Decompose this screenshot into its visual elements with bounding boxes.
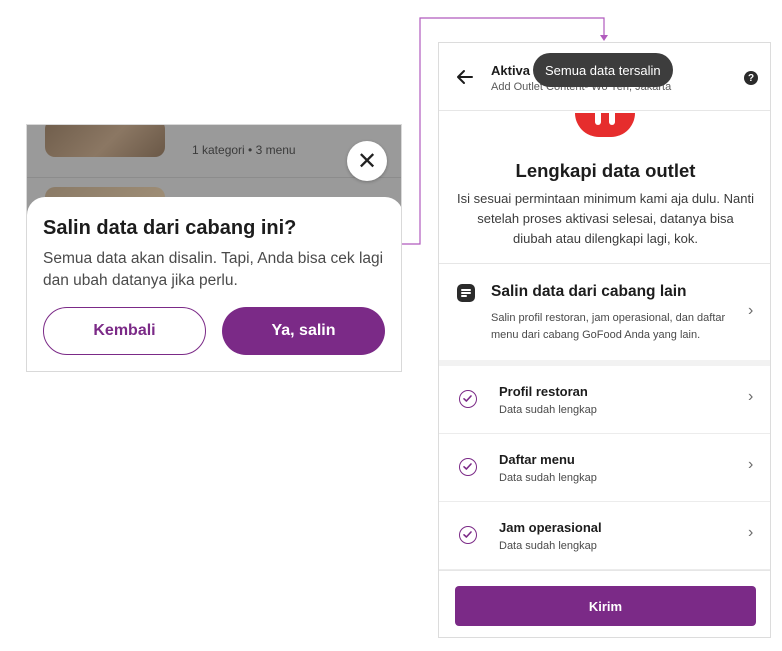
chevron-right-icon: ›: [748, 388, 754, 405]
sheet-actions: Kembali Ya, salin: [43, 307, 385, 355]
app-header: Aktiva Add Outlet Content- Wo Yen, Jakar…: [439, 43, 770, 111]
checklist-item-title: Profil restoran: [499, 384, 588, 399]
page-title: Lengkapi data outlet: [515, 160, 696, 181]
stage: 1 kategori • 3 menu ✕ Salin data dari ca…: [0, 0, 782, 651]
close-button[interactable]: ✕: [347, 141, 387, 181]
copy-option-title: Salin data dari cabang lain: [491, 283, 687, 300]
checklist-item-menu[interactable]: Daftar menu Data sudah lengkap ›: [439, 434, 770, 502]
menu-count-text: 1 kategori • 3 menu: [192, 143, 296, 157]
check-circle-icon: [459, 458, 477, 476]
checklist-item-title: Jam operasional: [499, 520, 602, 535]
divider: [27, 177, 401, 178]
sheet-title: Salin data dari cabang ini?: [43, 217, 297, 239]
copy-confirmation-screen: 1 kategori • 3 menu ✕ Salin data dari ca…: [26, 124, 402, 372]
copy-from-branch-option[interactable]: Salin data dari cabang lain Salin profil…: [439, 264, 770, 360]
page-description: Isi sesuai permintaan minimum kami aja d…: [457, 191, 754, 246]
checklist-item-status: Data sudah lengkap: [499, 472, 597, 484]
bottom-sheet: Salin data dari cabang ini? Semua data a…: [27, 197, 401, 371]
copy-option-description: Salin profil restoran, jam operasional, …: [491, 312, 726, 341]
checklist-item-profile[interactable]: Profil restoran Data sudah lengkap ›: [439, 366, 770, 434]
checklist-item-status: Data sudah lengkap: [499, 540, 597, 552]
checklist-item-hours[interactable]: Jam operasional Data sudah lengkap ›: [439, 502, 770, 570]
close-icon: ✕: [356, 147, 378, 175]
checklist-item-title: Daftar menu: [499, 452, 575, 467]
header-title: Aktiva: [491, 63, 531, 78]
chevron-right-icon: ›: [748, 456, 754, 473]
divider: [439, 570, 770, 571]
sheet-description: Semua data akan disalin. Tapi, Anda bisa…: [43, 250, 384, 289]
help-icon[interactable]: ?: [744, 71, 758, 85]
outlet-activation-screen: Aktiva Add Outlet Content- Wo Yen, Jakar…: [438, 42, 771, 638]
outlet-illustration: [575, 113, 635, 137]
submit-button[interactable]: Kirim: [455, 586, 756, 626]
food-thumbnail: [45, 125, 165, 157]
back-button[interactable]: Kembali: [43, 307, 206, 355]
check-circle-icon: [459, 390, 477, 408]
checklist-item-status: Data sudah lengkap: [499, 404, 597, 416]
check-circle-icon: [459, 526, 477, 544]
chevron-right-icon: ›: [748, 302, 754, 319]
back-arrow-icon[interactable]: [455, 67, 475, 87]
success-toast: Semua data tersalin: [533, 53, 673, 87]
chevron-right-icon: ›: [748, 524, 754, 541]
confirm-copy-button[interactable]: Ya, salin: [222, 307, 385, 355]
document-icon: [457, 284, 475, 302]
